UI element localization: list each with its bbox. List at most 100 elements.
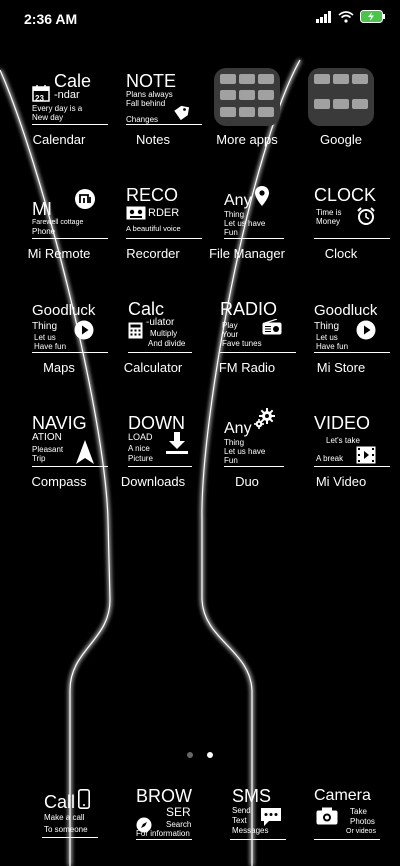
divider [314, 238, 390, 239]
tile-title: Any [224, 192, 252, 209]
fm-radio-tile: RADIO Play Your Fave tunes [210, 292, 296, 353]
smartphone-icon [78, 789, 90, 809]
tile-text: Let us [316, 333, 338, 342]
divider [224, 238, 284, 239]
tile-subtitle: SER [166, 805, 191, 819]
tile-text: Text [232, 816, 247, 825]
divider [128, 466, 192, 467]
tile-text: Have fun [316, 342, 349, 351]
app-fm-radio[interactable]: RADIO Play Your Fave tunes FM Radio [200, 292, 296, 392]
video-film-icon [356, 446, 376, 464]
divider [32, 466, 108, 467]
browser-tile: BROW SER Search For information [116, 785, 192, 845]
divider [128, 352, 192, 353]
app-calculator[interactable]: Calc -ulator Multiply And divide Calcula… [106, 292, 200, 392]
divider [42, 837, 98, 838]
dock: Call Make a call To someone BROW SER Sea… [0, 785, 400, 855]
page-dot-active[interactable] [207, 752, 214, 758]
tile-subtitle: -ndar [54, 89, 80, 101]
app-label: Mi Video [315, 474, 367, 489]
camera-tile: Camera Take Photos Or videos [304, 785, 380, 845]
app-label: Calendar [32, 132, 86, 147]
app-maps[interactable]: Goodluck Thing Let us Have fun Maps [12, 292, 108, 392]
dock-messages[interactable]: SMS Send Text Messages [200, 785, 294, 845]
chat-bubble-icon [261, 808, 281, 826]
tile-text: Every day is a [32, 104, 83, 113]
tile-title: Camera [314, 787, 371, 804]
dock-camera[interactable]: Camera Take Photos Or videos [294, 785, 388, 845]
app-notes[interactable]: NOTE Plans always Fall behind Changes No… [106, 64, 202, 164]
play-icon [356, 320, 376, 340]
divider [126, 238, 202, 239]
tile-text: Or videos [346, 828, 376, 835]
dock-phone[interactable]: Call Make a call To someone [12, 785, 106, 845]
app-label: Clock [324, 246, 358, 261]
wifi-icon [338, 10, 354, 23]
app-file-manager[interactable]: Any Thing Let us have Fun File Manager [200, 178, 294, 278]
app-compass[interactable]: NAVIG ATION Pleasant Trip Compass [12, 406, 108, 506]
tile-text: Let's take [326, 436, 360, 445]
page-indicator[interactable] [0, 745, 400, 763]
messages-tile: SMS Send Text Messages [210, 785, 286, 845]
battery-charging-icon [360, 10, 385, 23]
app-calendar[interactable]: 23 Cale -ndar Every day is a New day Cal… [12, 64, 108, 164]
tile-text: Phone [32, 227, 56, 236]
page-dot[interactable] [186, 752, 193, 758]
tile-text: For information [136, 829, 190, 838]
gear-icon [254, 408, 275, 429]
tile-text: Fun [224, 228, 238, 237]
tile-title: Goodluck [314, 302, 378, 319]
app-label: Mi Store [316, 360, 366, 375]
app-label: File Manager [209, 246, 285, 261]
tile-title: Cale [54, 71, 92, 91]
clock-tile: CLOCK Time is Money [304, 178, 390, 239]
app-clock[interactable]: CLOCK Time is Money Clock [294, 178, 390, 278]
tile-text: Search [166, 820, 192, 829]
divider [136, 839, 192, 840]
compass-tile: NAVIG ATION Pleasant Trip [22, 406, 108, 467]
alarm-clock-icon [357, 207, 375, 225]
divider [126, 124, 202, 125]
tile-title: VIDEO [314, 413, 371, 433]
tile-text: Multiply [150, 329, 178, 338]
tile-text: Fave tunes [222, 339, 262, 348]
tile-text: Fall behind [126, 99, 166, 108]
status-bar: 2:36 AM [0, 0, 400, 38]
tile-title: NAVIG [32, 413, 87, 433]
tile-text: A nice [128, 444, 150, 453]
cassette-icon [126, 206, 146, 220]
location-pin-icon [255, 186, 269, 206]
tile-title: SMS [232, 786, 272, 806]
app-more-apps-folder[interactable]: More apps [200, 64, 294, 164]
play-icon [74, 320, 94, 340]
app-recorder[interactable]: RECO RDER A beautiful voice Recorder [106, 178, 202, 278]
app-duo[interactable]: Any Thing Let us have Fun Duo [200, 406, 294, 506]
dock-browser[interactable]: BROW SER Search For information [106, 785, 200, 845]
calendar-date: 23 [35, 94, 44, 103]
divider [32, 124, 108, 125]
tile-text: Thing [224, 438, 245, 447]
app-mi-store[interactable]: Goodluck Thing Let us Have fun Mi Store [294, 292, 390, 392]
tile-text: To someone [44, 825, 88, 834]
app-mi-remote[interactable]: MI Farewell cottage Phone Mi Remote [12, 178, 108, 278]
mi-remote-tile: MI Farewell cottage Phone [22, 178, 108, 239]
tile-text: A beautiful voice [126, 224, 181, 233]
phone-tile: Call Make a call To someone [22, 785, 98, 845]
tile-text: Let us have [224, 219, 266, 228]
divider [32, 352, 108, 353]
app-label: More apps [216, 132, 278, 147]
tile-text: Picture [128, 454, 153, 463]
download-icon [166, 432, 188, 454]
radio-icon [262, 319, 282, 335]
tile-text: A break [316, 454, 344, 463]
tile-title: Call [44, 792, 76, 812]
tile-text: Play [222, 321, 238, 330]
app-mi-video[interactable]: VIDEO Let's take A break Mi Video [294, 406, 390, 506]
tile-text: Let us have [224, 447, 266, 456]
tile-text: Trip [32, 454, 46, 463]
app-google-folder[interactable]: Google [294, 64, 388, 164]
tile-text: Changes [126, 115, 159, 124]
camera-icon [316, 807, 338, 825]
app-downloads[interactable]: DOWN LOAD A nice Picture Downloads [106, 406, 200, 506]
tile-text: Pleasant [32, 445, 64, 454]
